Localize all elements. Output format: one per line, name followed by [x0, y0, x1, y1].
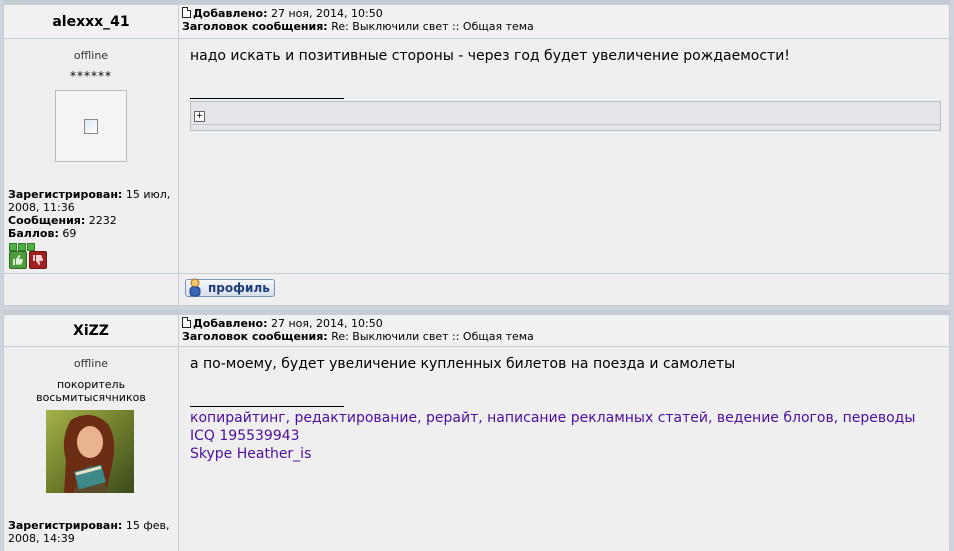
rank-title: покоритель восьмитысячников: [4, 378, 178, 404]
profile-button-label: профиль: [208, 281, 270, 295]
rating-square: [18, 243, 26, 251]
rating-square: [27, 243, 35, 251]
signature-separator: [190, 406, 344, 407]
post-2: XiZZ Добавлено: 27 ноя, 2014, 10:50 Заго…: [3, 310, 950, 551]
user-info-column: offline покоритель восьмитысячников Заре…: [4, 347, 179, 551]
avatar: [55, 90, 127, 162]
subject-value: Re: Выключили свет :: Общая тема: [331, 330, 534, 343]
added-value: 27 ноя, 2014, 10:50: [271, 7, 383, 20]
user-stats: Зарегистрирован: 15 фев, 2008, 14:39: [8, 519, 176, 545]
added-label: Добавлено:: [193, 317, 268, 330]
messages-label: Сообщения:: [8, 214, 86, 227]
points-label: Баллов:: [8, 227, 59, 240]
expand-plus-icon[interactable]: +: [194, 111, 205, 122]
thumbs-down-icon[interactable]: [29, 251, 47, 269]
signature-icq-link[interactable]: ICQ 195539943: [190, 427, 300, 445]
avatar: [46, 410, 134, 493]
signature-separator: [190, 98, 344, 99]
rank-stars: ******: [70, 69, 112, 83]
user-stats: Зарегистрирован: 15 июл, 2008, 11:36 Соо…: [8, 188, 176, 240]
points-value: 69: [62, 227, 77, 240]
footer-left-cell: [4, 274, 179, 305]
subject-value: Re: Выключили свет :: Общая тема: [331, 20, 534, 33]
added-value: 27 ноя, 2014, 10:50: [271, 317, 383, 330]
broken-image-icon: [84, 119, 98, 134]
post-meta: Добавлено: 27 ноя, 2014, 10:50 Заголовок…: [182, 7, 534, 33]
online-status: offline: [73, 357, 109, 370]
signature-skype-link[interactable]: Skype Heather_is: [190, 445, 311, 463]
thumbs-up-icon[interactable]: [9, 251, 27, 269]
rating-square: [9, 243, 17, 251]
spoiler-divider: [191, 124, 940, 125]
author-name[interactable]: XiZZ: [4, 315, 179, 346]
message-text: а по-моему, будет увеличение купленных б…: [190, 356, 736, 372]
person-icon: [189, 278, 201, 297]
post-document-icon: [182, 7, 191, 18]
post-document-icon: [182, 317, 191, 328]
added-label: Добавлено:: [193, 7, 268, 20]
subject-label: Заголовок сообщения:: [182, 330, 328, 343]
online-status: offline: [73, 49, 109, 62]
signature-services-link[interactable]: копирайтинг, редактирование, рерайт, нап…: [190, 409, 915, 427]
subject-label: Заголовок сообщения:: [182, 20, 328, 33]
post-1: alexxx_41 Добавлено: 27 ноя, 2014, 10:50…: [3, 0, 950, 306]
post-meta: Добавлено: 27 ноя, 2014, 10:50 Заголовок…: [182, 317, 534, 343]
post-footer: профиль: [179, 274, 949, 305]
author-name[interactable]: alexxx_41: [4, 5, 179, 38]
message-text: надо искать и позитивные стороны - через…: [190, 48, 790, 64]
registered-label: Зарегистрирован:: [8, 519, 123, 532]
spoiler-box[interactable]: +: [190, 101, 941, 131]
rank-line-2: восьмитысячников: [36, 391, 146, 404]
post-header: alexxx_41 Добавлено: 27 ноя, 2014, 10:50…: [4, 5, 949, 39]
message-column: надо искать и позитивные стороны - через…: [179, 39, 949, 274]
user-info-column: offline ****** Зарегистрирован: 15 июл, …: [4, 39, 179, 274]
messages-value: 2232: [88, 214, 117, 227]
post-header: XiZZ Добавлено: 27 ноя, 2014, 10:50 Заго…: [4, 315, 949, 347]
message-column: а по-моему, будет увеличение купленных б…: [179, 347, 949, 551]
rank-line-1: покоритель: [56, 378, 126, 391]
registered-label: Зарегистрирован:: [8, 188, 123, 201]
profile-button[interactable]: профиль: [185, 278, 275, 297]
